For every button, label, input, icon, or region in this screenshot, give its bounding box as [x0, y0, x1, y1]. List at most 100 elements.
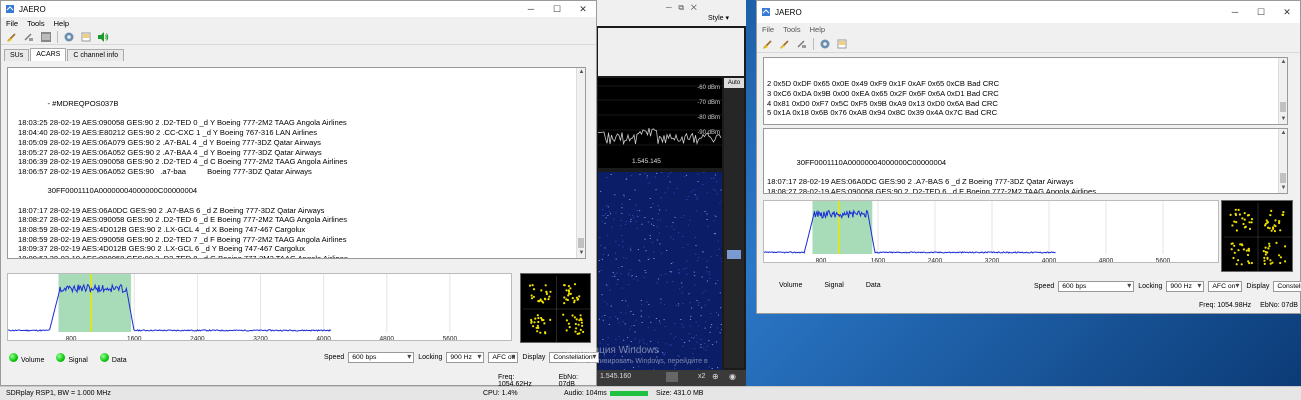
waterfall-speck	[708, 340, 710, 342]
symbol-point	[1234, 213, 1238, 217]
waterfall-speck	[721, 261, 722, 262]
scroll-thumb[interactable]	[1280, 102, 1286, 112]
zoom-level[interactable]: x2	[698, 373, 705, 380]
waterfall-speck	[601, 315, 603, 317]
scroll-up-icon[interactable]: ▲	[577, 68, 585, 77]
waterfall-speck	[633, 278, 635, 280]
broom-icon[interactable]	[6, 31, 18, 43]
afc-select[interactable]: AFC on	[1208, 281, 1243, 292]
waterfall-speck	[602, 254, 605, 256]
waterfall-speck	[670, 236, 672, 238]
close-button[interactable]: ✕	[570, 1, 596, 17]
scroll-thumb[interactable]	[578, 238, 584, 248]
waterfall-plot	[598, 172, 722, 370]
menu-tools[interactable]: Tools	[783, 25, 801, 34]
crc-scrollbar[interactable]: ▲ ▼	[1278, 58, 1287, 124]
minimize-button[interactable]: ─	[1222, 4, 1248, 20]
scroll-down-icon[interactable]: ▼	[577, 249, 585, 258]
scroll-down-icon[interactable]: ▼	[1279, 184, 1287, 193]
waterfall-speck	[656, 282, 658, 284]
speed-select[interactable]: 600 bps	[348, 352, 415, 363]
symbol-point	[1231, 224, 1234, 227]
waterfall-speck	[647, 327, 649, 329]
waterfall-speck	[617, 279, 619, 281]
note-icon[interactable]	[836, 38, 848, 50]
close-button[interactable]: ✕	[1274, 4, 1300, 20]
waterfall-speck	[659, 243, 661, 245]
settings-icon[interactable]: ⊕	[712, 372, 719, 381]
display-select[interactable]: Constellation	[1273, 281, 1301, 292]
clear-icon[interactable]	[23, 31, 35, 43]
minimize-button[interactable]: ─	[518, 1, 544, 17]
acars-log[interactable]: - #MDREQPOS037B 18:03:25 28-02-19 AES:090…	[7, 67, 586, 259]
list-icon[interactable]	[40, 31, 52, 43]
title-bar[interactable]: JAERO ─ ☐ ✕	[757, 1, 1300, 23]
crc-log[interactable]: 2 0x5D 0xDF 0x65 0x0E 0x49 0xF9 0x1F 0xA…	[763, 57, 1288, 125]
waterfall-speck	[607, 235, 609, 237]
menu-file[interactable]: File	[6, 19, 18, 28]
waterfall-speck	[690, 191, 692, 193]
waterfall-speck	[643, 246, 645, 248]
waterfall-speck	[601, 294, 603, 296]
waterfall-speck	[694, 236, 696, 238]
gear-icon[interactable]	[63, 31, 75, 43]
symbol-point	[1235, 221, 1238, 224]
tab-bar: SUs ACARS C channel info	[1, 48, 596, 61]
title-bar[interactable]: JAERO ─ ☐ ✕	[1, 1, 596, 17]
symbol-point	[573, 316, 576, 319]
waterfall-speck	[685, 267, 688, 269]
log-scrollbar[interactable]: ▲ ▼	[1278, 129, 1287, 193]
scroll-up-icon[interactable]: ▲	[1279, 129, 1287, 138]
sdr-spectrum[interactable]: -60 dBm -70 dBm -80 dBm -90 dBm 1.545.14…	[598, 78, 722, 168]
signal-spectrum[interactable]: 800 1600 2400 3200 4000 4800 5600	[763, 200, 1219, 263]
camera-icon[interactable]	[666, 372, 678, 382]
speaker-icon[interactable]	[97, 31, 109, 43]
waterfall-speck	[615, 316, 617, 317]
waterfall-speck	[710, 326, 712, 328]
waterfall-speck	[639, 340, 641, 341]
gear-icon[interactable]	[819, 38, 831, 50]
menu-help[interactable]: Help	[54, 19, 69, 28]
note-icon[interactable]	[80, 31, 92, 43]
waterfall-speck	[720, 257, 722, 259]
waterfall-speck	[620, 273, 622, 275]
ebno-readout: EbNo: 07dB	[1260, 302, 1298, 309]
afc-select[interactable]: AFC on	[488, 352, 519, 363]
menu-tools[interactable]: Tools	[27, 19, 45, 28]
log-scrollbar[interactable]: ▲ ▼	[576, 68, 585, 258]
broom-alt-icon[interactable]	[779, 38, 791, 50]
waterfall-speck	[601, 258, 603, 260]
signal-spectrum[interactable]: 800 1600 2400 3200 4000 4800 5600	[7, 273, 512, 341]
acars-log[interactable]: 30FF0001110A00000004000000C00000004 18:07…	[763, 128, 1288, 194]
speed-select[interactable]: 600 bps	[1058, 281, 1135, 292]
symbol-point	[533, 321, 536, 324]
menu-help[interactable]: Help	[810, 25, 825, 34]
waterfall-speck	[670, 172, 672, 174]
maximize-button[interactable]: ☐	[1248, 4, 1274, 20]
locking-select[interactable]: 900 Hz	[446, 352, 485, 363]
tab-acars[interactable]: ACARS	[30, 48, 67, 61]
waterfall-speck	[681, 282, 683, 284]
waterfall-speck	[621, 300, 623, 301]
broom-icon[interactable]	[762, 38, 774, 50]
tab-c-channel-info[interactable]: C channel info	[67, 49, 125, 61]
clear-icon[interactable]	[796, 38, 808, 50]
tab-sus[interactable]: SUs	[4, 49, 30, 61]
scroll-down-icon[interactable]: ▼	[1279, 115, 1287, 124]
auto-button[interactable]: Auto	[724, 78, 744, 88]
waterfall-speck	[660, 274, 662, 276]
play-icon[interactable]: ◉	[729, 372, 736, 381]
maximize-button[interactable]: ☐	[544, 1, 570, 17]
sdr-waterfall[interactable]	[598, 172, 722, 370]
scroll-up-icon[interactable]: ▲	[1279, 58, 1287, 67]
waterfall-speck	[621, 203, 623, 205]
level-marker[interactable]	[727, 250, 741, 259]
scroll-thumb[interactable]	[1280, 173, 1286, 183]
menu-file[interactable]: File	[762, 25, 774, 34]
symbol-point	[581, 324, 584, 327]
waterfall-speck	[607, 337, 609, 339]
menu-bar: File Tools Help	[1, 17, 596, 29]
locking-select[interactable]: 900 Hz	[1166, 281, 1205, 292]
waterfall-speck	[709, 331, 711, 333]
style-menu[interactable]: Style ▾	[708, 14, 729, 22]
